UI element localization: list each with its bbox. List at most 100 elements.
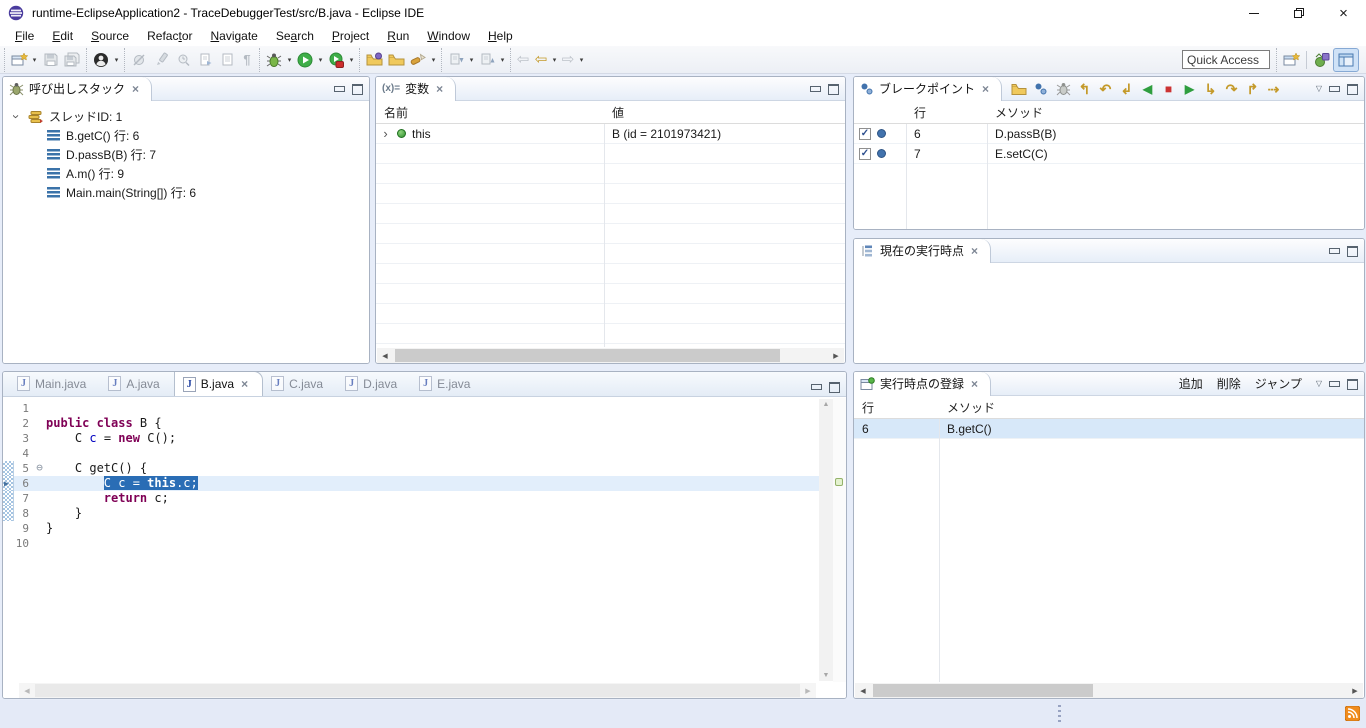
code-line[interactable]: 1 [3, 401, 819, 416]
step-back-return-icon[interactable]: ↲ [1116, 79, 1137, 99]
menu-help[interactable]: Help [479, 27, 522, 45]
run-dropdown[interactable]: ▾ [316, 56, 325, 64]
scroll-right-icon[interactable]: ▶ [828, 352, 844, 360]
save-all-button[interactable] [61, 49, 83, 71]
step-into-icon[interactable]: ↳ [1200, 79, 1221, 99]
thread-row[interactable]: › スレッドID: 1 [3, 107, 369, 126]
registry-tab[interactable]: 実行時点の登録 × [854, 372, 991, 396]
maximize-button[interactable] [1347, 245, 1358, 256]
scroll-left-icon[interactable]: ◀ [855, 687, 871, 695]
next-annotation-button[interactable] [445, 49, 467, 71]
breakpoint-row[interactable]: ✓ 6 D.passB(B) [854, 124, 1364, 144]
line-number[interactable]: 8 [14, 506, 33, 521]
close-tab-icon[interactable]: × [241, 377, 248, 391]
notification-icon[interactable] [1345, 706, 1360, 721]
line-number[interactable]: 3 [14, 431, 33, 446]
previous-annotation-dropdown[interactable]: ▾ [498, 56, 507, 64]
last-edit-location-button[interactable]: ⇦ [514, 49, 532, 71]
editor-hscrollbar[interactable]: ◀ ▶ [19, 683, 816, 698]
run-to-line-icon[interactable]: ⇢ [1263, 79, 1284, 99]
scroll-up-icon[interactable]: ▲ [823, 401, 830, 408]
close-tab-icon[interactable]: × [971, 377, 978, 391]
search-dropdown[interactable]: ▾ [429, 56, 438, 64]
scroll-right-icon[interactable]: ▶ [800, 687, 816, 695]
step-over-icon[interactable]: ↷ [1221, 79, 1242, 99]
column-value[interactable]: 値 [604, 104, 845, 121]
open-resource-button[interactable] [385, 49, 407, 71]
line-number[interactable]: 5 [14, 461, 33, 476]
minimize-button[interactable] [811, 381, 822, 392]
new-wizard-dropdown[interactable]: ▾ [30, 56, 39, 64]
scroll-thumb[interactable] [873, 684, 1093, 697]
window-restore-button[interactable] [1276, 0, 1321, 26]
back-dropdown[interactable]: ▾ [550, 56, 559, 64]
variables-tab[interactable]: (x)= 変数 × [376, 77, 456, 101]
window-close-button[interactable]: × [1321, 0, 1366, 26]
scroll-down-icon[interactable]: ▼ [823, 672, 830, 679]
code-line[interactable]: 8 } [3, 506, 819, 521]
new-wizard-button[interactable] [8, 49, 30, 71]
scroll-left-icon[interactable]: ◀ [19, 687, 35, 695]
editor-tab[interactable]: J A.java × [100, 371, 173, 396]
fold-collapse-icon[interactable]: ⊖ [33, 461, 46, 476]
stack-frame[interactable]: B.getC() 行: 6 [3, 126, 369, 145]
close-tab-icon[interactable]: × [971, 244, 978, 258]
scroll-track[interactable] [393, 348, 828, 363]
current-line-marker[interactable] [835, 478, 843, 486]
maximize-button[interactable] [1347, 378, 1358, 389]
perspective-current-button[interactable] [1333, 48, 1359, 72]
line-number[interactable]: 1 [14, 401, 33, 416]
expander-icon[interactable]: › [9, 111, 24, 122]
editor-tab[interactable]: J D.java × [337, 371, 411, 396]
step-backward-icon[interactable]: ◀ [1137, 79, 1158, 99]
column-name[interactable]: 名前 [376, 104, 604, 121]
minimize-button[interactable] [1329, 378, 1340, 389]
overview-ruler[interactable] [833, 398, 846, 682]
user-account-dropdown[interactable]: ▾ [112, 56, 121, 64]
menu-navigate[interactable]: Navigate [201, 27, 266, 45]
status-drag-handle[interactable] [1058, 705, 1061, 723]
column-method[interactable]: メソッド [987, 104, 1364, 121]
editor-vscrollbar[interactable]: ▲ ▼ [819, 399, 833, 681]
code-line[interactable]: 4 [3, 446, 819, 461]
line-number[interactable]: 6 [14, 476, 33, 491]
column-divider[interactable] [939, 397, 940, 682]
step-forward-icon[interactable]: ▶ [1179, 79, 1200, 99]
view-menu-icon[interactable]: ▽ [1316, 84, 1322, 93]
minimize-button[interactable] [1329, 245, 1340, 256]
stack-frame[interactable]: Main.main(String[]) 行: 6 [3, 183, 369, 202]
open-perspective-button[interactable] [1280, 49, 1302, 71]
code-line[interactable]: 5⊖ C getC() { [3, 461, 819, 476]
current-exec-tab[interactable]: 現在の実行時点 × [854, 239, 991, 263]
maximize-button[interactable] [829, 381, 840, 392]
menu-project[interactable]: Project [323, 27, 378, 45]
close-tab-icon[interactable]: × [982, 82, 989, 96]
line-number[interactable]: 2 [14, 416, 33, 431]
link-with-editor-button[interactable] [194, 49, 216, 71]
code-line[interactable]: 10 [3, 536, 819, 551]
minimize-button[interactable] [334, 83, 345, 94]
forward-dropdown[interactable]: ▾ [577, 56, 586, 64]
code-line[interactable]: 7 return c; [3, 491, 819, 506]
maximize-button[interactable] [828, 83, 839, 94]
menu-file[interactable]: File [6, 27, 43, 45]
add-button[interactable]: 追加 [1172, 375, 1210, 392]
import-breakpoints-button[interactable] [1008, 78, 1030, 100]
quick-access-input[interactable] [1182, 50, 1270, 69]
expander-icon[interactable]: › [380, 126, 391, 141]
add-breakpoint-button[interactable] [1030, 78, 1052, 100]
open-type-button[interactable] [363, 49, 385, 71]
editor-tab[interactable]: J C.java × [263, 371, 337, 396]
user-account-button[interactable] [90, 49, 112, 71]
jump-button[interactable]: ジャンプ [1248, 375, 1309, 392]
editor-tab[interactable]: J B.java × [174, 371, 263, 396]
code-line[interactable]: ▶6 C c = this.c; [3, 476, 819, 491]
menu-edit[interactable]: Edit [43, 27, 82, 45]
breakpoint-row[interactable]: ✓ 7 E.setC(C) [854, 144, 1364, 164]
breakpoints-tab[interactable]: ブレークポイント × [854, 77, 1002, 101]
scroll-track[interactable] [35, 683, 800, 698]
window-minimize-button[interactable] [1231, 0, 1276, 26]
minimize-button[interactable] [810, 83, 821, 94]
maximize-button[interactable] [1347, 83, 1358, 94]
step-back-into-icon[interactable]: ↰ [1074, 79, 1095, 99]
